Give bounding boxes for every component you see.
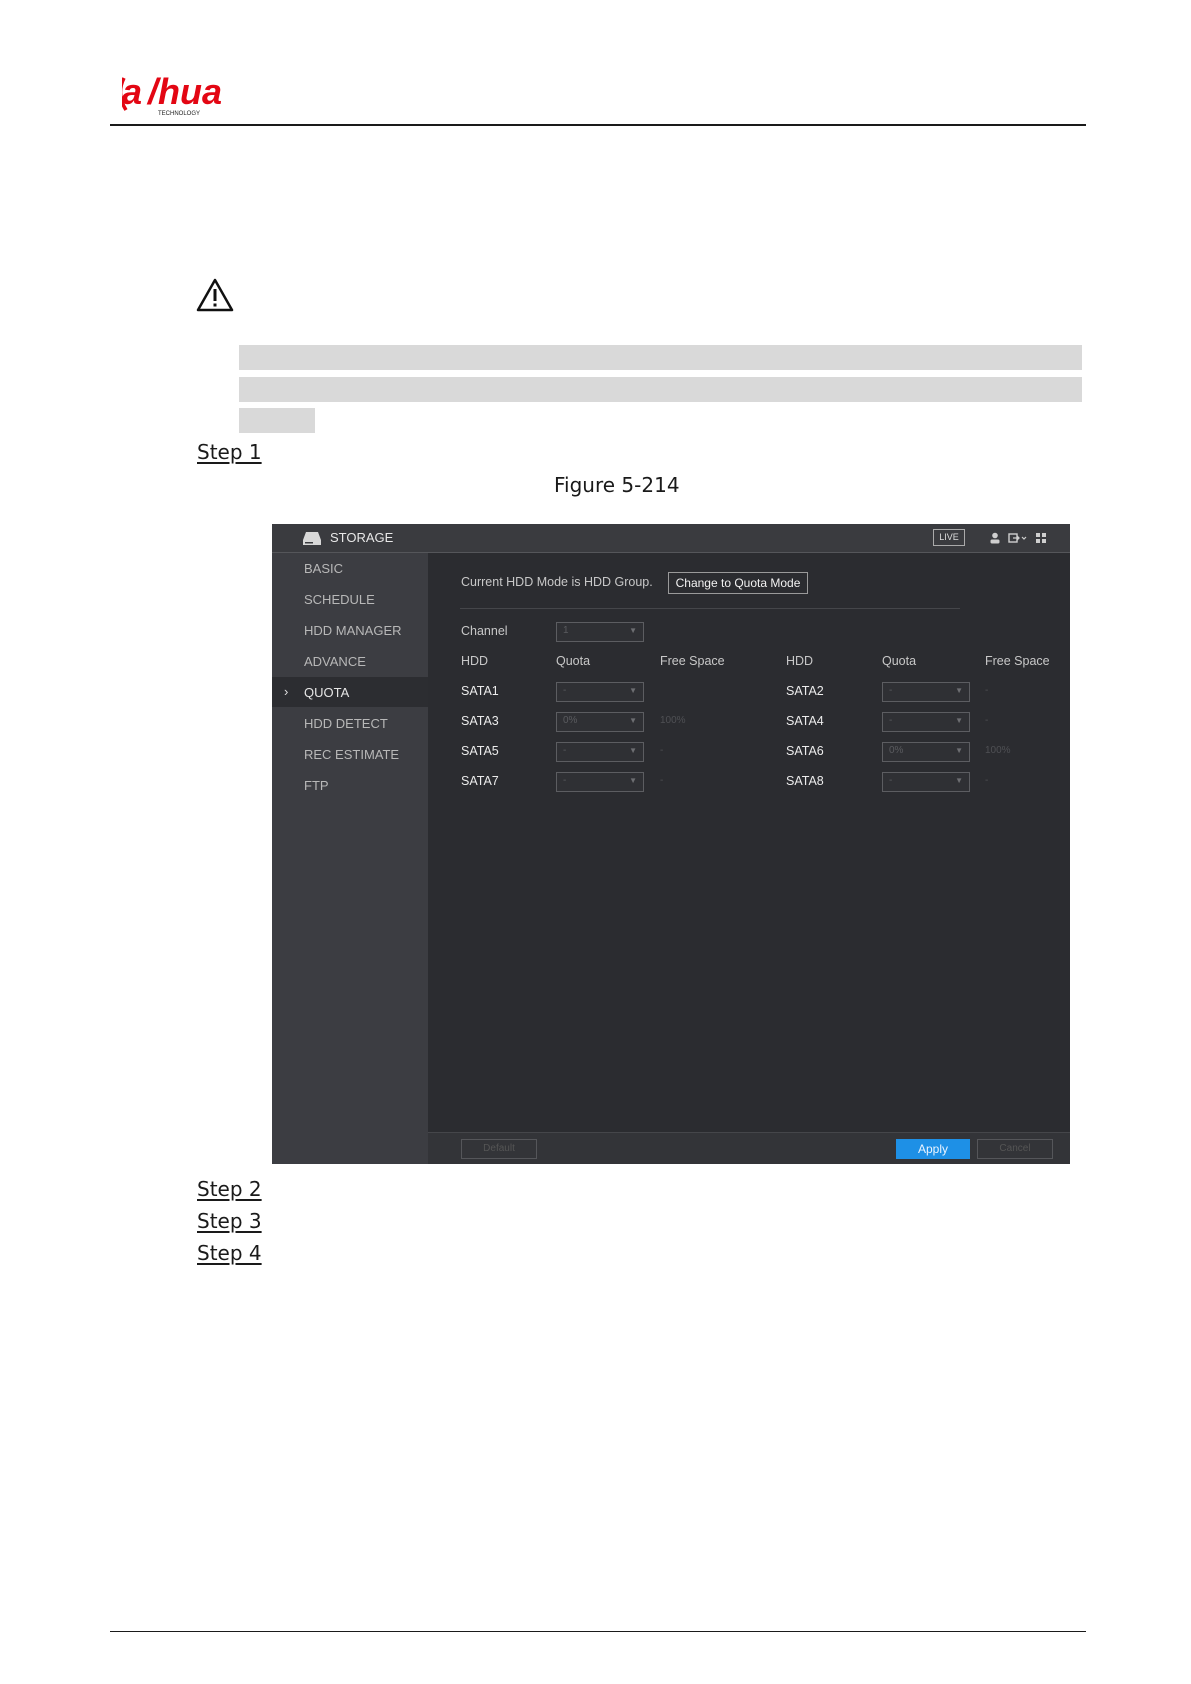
quota-value: 0%: [563, 715, 578, 726]
quota-value: -: [563, 685, 567, 696]
sidebar-item-rec-estimate[interactable]: REC ESTIMATE: [304, 747, 399, 762]
free-space-value: -: [985, 775, 989, 786]
col-free-right: Free Space: [985, 654, 1050, 668]
chevron-down-icon: ▼: [629, 626, 637, 635]
divider: [460, 608, 960, 609]
quota-select[interactable]: 0% ▼: [556, 712, 644, 732]
window-title: STORAGE: [330, 530, 394, 545]
quota-select[interactable]: - ▼: [556, 742, 644, 762]
quota-select[interactable]: - ▼: [882, 682, 970, 702]
chevron-down-icon: ▼: [629, 746, 637, 755]
quota-select[interactable]: - ▼: [556, 772, 644, 792]
svg-text:TECHNOLOGY: TECHNOLOGY: [158, 111, 200, 117]
free-space-value: 100%: [660, 715, 686, 726]
hdd-mode-text: Current HDD Mode is HDD Group.: [461, 575, 653, 589]
storage-quota-window: STORAGE LIVE › BASIC SCHEDULE HDD MANAGE…: [272, 524, 1070, 1164]
quota-select[interactable]: 0% ▼: [882, 742, 970, 762]
sidebar-item-schedule[interactable]: SCHEDULE: [304, 592, 375, 607]
hdd-label: SATA2: [786, 684, 824, 698]
chevron-down-icon: ▼: [955, 686, 963, 695]
live-button[interactable]: LIVE: [933, 529, 965, 546]
hdd-label: SATA4: [786, 714, 824, 728]
sidebar-item-ftp[interactable]: FTP: [304, 778, 329, 793]
title-bar: STORAGE LIVE: [272, 524, 1070, 553]
storage-icon: [303, 532, 321, 545]
sidebar-item-quota[interactable]: QUOTA: [304, 685, 349, 700]
chevron-down-icon: ▼: [629, 776, 637, 785]
sidebar-active-highlight: [272, 677, 428, 707]
redacted-bar: [239, 408, 315, 433]
svg-text:/hua: /hua: [146, 72, 222, 112]
dahua-logo: a /hua TECHNOLOGY: [122, 72, 222, 117]
col-free-left: Free Space: [660, 654, 725, 668]
header-rule: [110, 124, 1086, 126]
redacted-bar: [239, 377, 1082, 402]
step-label: Step 4: [197, 1241, 262, 1265]
quota-value: -: [563, 775, 567, 786]
col-hdd-left: HDD: [461, 654, 489, 668]
chevron-right-icon: ›: [284, 684, 289, 699]
step-label: Step 3: [197, 1209, 262, 1233]
default-button[interactable]: Default: [461, 1139, 537, 1159]
step-label: Step 2: [197, 1177, 262, 1201]
quota-value: -: [563, 745, 567, 756]
step-label: Step 1: [197, 440, 262, 464]
warning-icon: [196, 278, 234, 312]
quota-select[interactable]: - ▼: [882, 712, 970, 732]
sidebar-item-hdd-detect[interactable]: HDD DETECT: [304, 716, 388, 731]
redacted-bar: [239, 345, 1082, 370]
user-icon[interactable]: [988, 531, 1002, 545]
quota-select[interactable]: - ▼: [556, 682, 644, 702]
free-space-value: -: [985, 715, 989, 726]
hdd-label: SATA5: [461, 744, 499, 758]
hdd-label: SATA3: [461, 714, 499, 728]
quota-value: -: [889, 715, 893, 726]
col-quota-left: Quota: [556, 654, 591, 668]
sidebar-item-basic[interactable]: BASIC: [304, 561, 343, 576]
free-space-value: 100%: [985, 745, 1011, 756]
chevron-down-icon: ▼: [955, 746, 963, 755]
sidebar-item-advance[interactable]: ADVANCE: [304, 654, 366, 669]
free-space-value: -: [660, 745, 664, 756]
chevron-down-icon: ▼: [629, 686, 637, 695]
chevron-down-icon: ▼: [955, 776, 963, 785]
footer-rule: [110, 1631, 1086, 1632]
grid-icon[interactable]: [1034, 531, 1048, 545]
channel-label: Channel: [461, 624, 508, 638]
free-space-value: -: [660, 775, 664, 786]
sidebar-item-hdd-manager[interactable]: HDD MANAGER: [304, 623, 402, 638]
hdd-label: SATA1: [461, 684, 499, 698]
channel-value: 1: [563, 625, 569, 636]
sidebar: [272, 553, 428, 1164]
col-quota-right: Quota: [882, 654, 917, 668]
quota-value: -: [889, 775, 893, 786]
chevron-down-icon: ▼: [955, 716, 963, 725]
logout-icon[interactable]: [1008, 531, 1028, 545]
channel-select[interactable]: 1 ▼: [556, 622, 644, 642]
free-space-value: -: [985, 685, 989, 696]
cancel-button[interactable]: Cancel: [977, 1139, 1053, 1159]
hdd-label: SATA7: [461, 774, 499, 788]
figure-caption: Figure 5-214: [554, 473, 680, 497]
apply-button[interactable]: Apply: [896, 1139, 970, 1159]
col-hdd-right: HDD: [786, 654, 814, 668]
hdd-label: SATA6: [786, 744, 824, 758]
change-to-quota-mode-button[interactable]: Change to Quota Mode: [668, 572, 808, 594]
quota-value: 0%: [889, 745, 904, 756]
chevron-down-icon: ▼: [629, 716, 637, 725]
quota-select[interactable]: - ▼: [882, 772, 970, 792]
hdd-label: SATA8: [786, 774, 824, 788]
quota-value: -: [889, 685, 893, 696]
